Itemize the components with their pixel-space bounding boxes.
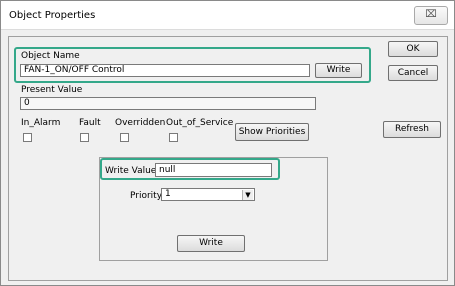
object-name-write-label: Write [326, 65, 351, 75]
refresh-button[interactable]: Refresh [383, 121, 441, 138]
object-properties-dialog: Object Properties ⌧ Object Name FAN-1_ON… [0, 0, 455, 286]
write-value-input[interactable]: null [155, 163, 272, 177]
present-value-label: Present Value [21, 85, 83, 95]
object-name-label: Object Name [21, 51, 80, 61]
flag-label-overridden: Overridden [115, 118, 166, 128]
dialog-body: Object Name FAN-1_ON/OFF Control Write O… [8, 36, 448, 281]
show-priorities-label: Show Priorities [238, 127, 306, 137]
close-icon: ⌧ [425, 9, 437, 20]
write-value-label: Write Value [105, 166, 157, 176]
cancel-label: Cancel [397, 68, 429, 78]
overridden-checkbox[interactable] [120, 133, 129, 142]
ok-label: OK [406, 44, 420, 54]
write-value-button-label: Write [199, 238, 223, 248]
chevron-down-icon[interactable]: ▼ [242, 190, 253, 200]
flag-label-in-alarm: In_Alarm [21, 118, 61, 128]
object-name-input[interactable]: FAN-1_ON/OFF Control [20, 64, 310, 77]
ok-button[interactable]: OK [388, 41, 438, 57]
show-priorities-button[interactable]: Show Priorities [235, 123, 309, 141]
priority-label: Priority [130, 191, 163, 201]
dialog-title: Object Properties [9, 10, 96, 21]
close-button[interactable]: ⌧ [414, 6, 448, 25]
priority-selected: 1 [165, 189, 171, 199]
flag-label-out-of-service: Out_of_Service [166, 118, 234, 128]
flag-label-fault: Fault [79, 118, 101, 128]
title-bar: Object Properties ⌧ [1, 1, 454, 30]
fault-checkbox[interactable] [80, 133, 89, 142]
write-value-button[interactable]: Write [177, 235, 245, 252]
out-of-service-checkbox[interactable] [169, 133, 178, 142]
priority-dropdown[interactable]: 1 ▼ [161, 188, 255, 201]
cancel-button[interactable]: Cancel [388, 65, 438, 81]
in-alarm-checkbox[interactable] [23, 133, 32, 142]
object-name-write-button[interactable]: Write [315, 63, 362, 78]
refresh-label: Refresh [395, 124, 429, 134]
present-value-field: 0 [20, 97, 316, 110]
